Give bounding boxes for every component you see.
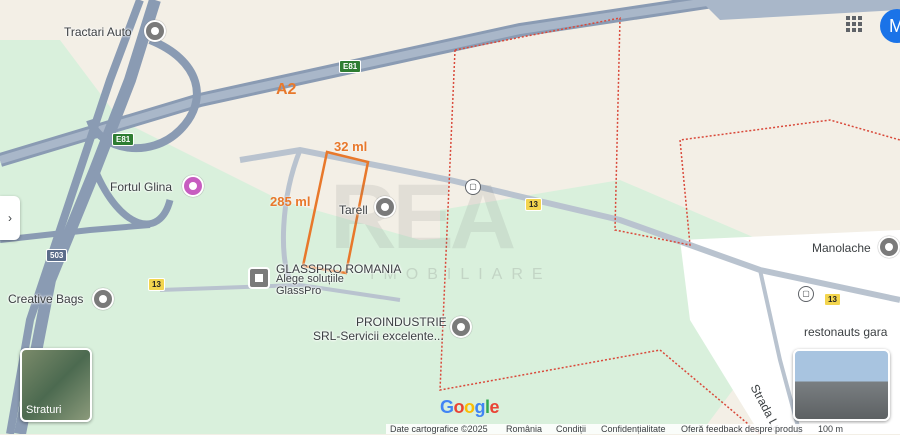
e81-shield-left: E81 xyxy=(112,133,135,146)
footer-feedback[interactable]: Oferă feedback despre produs xyxy=(681,424,803,434)
place-creative[interactable]: Creative Bags xyxy=(8,292,83,306)
plot-top-label: 32 ml xyxy=(334,139,368,154)
layers-label: Straturi xyxy=(26,404,62,416)
footer-privacy[interactable]: Confidențialitate xyxy=(601,424,666,434)
glasspro-pin-icon[interactable] xyxy=(248,267,270,289)
place-glasspro-sub1: Alege soluțiile xyxy=(276,273,344,285)
bus-stop-icon-2[interactable]: ▢ xyxy=(798,286,814,302)
place-tractari[interactable]: Tractari Auto xyxy=(64,25,132,39)
r503-shield: 503 xyxy=(46,249,68,262)
side-panel-toggle[interactable]: › xyxy=(0,196,20,240)
plot-side-label: 285 ml xyxy=(270,194,311,209)
r13-shield-a: 13 xyxy=(148,278,165,291)
e81-shield-top: E81 xyxy=(339,60,362,73)
apps-grid-icon[interactable] xyxy=(845,15,863,33)
map-footer: Date cartografice ©2025 România Condiții… xyxy=(386,424,900,434)
footer-country: România xyxy=(506,424,543,434)
place-tarell[interactable]: Tarell xyxy=(339,203,368,217)
a2-label: A2 xyxy=(276,81,297,98)
footer-terms[interactable]: Condiții xyxy=(556,424,586,434)
r13-shield-c: 13 xyxy=(824,293,841,306)
place-fortul[interactable]: Fortul Glina xyxy=(110,180,172,194)
place-proind-sub: SRL-Servicii excelente... xyxy=(313,329,444,343)
tarell-pin-icon[interactable] xyxy=(374,196,396,218)
place-restonauts[interactable]: restonauts gara xyxy=(804,325,887,339)
footer-scale[interactable]: 100 m xyxy=(818,424,843,434)
creative-pin-icon[interactable] xyxy=(92,288,114,310)
footer-map-data[interactable]: Date cartografice ©2025 xyxy=(390,424,488,434)
proind-pin-icon[interactable] xyxy=(450,316,472,338)
fortul-pin-icon[interactable] xyxy=(182,175,204,197)
tractari-pin-icon[interactable] xyxy=(144,20,166,42)
place-proind[interactable]: PROINDUSTRIE xyxy=(356,315,447,329)
r13-shield-b: 13 xyxy=(525,198,542,211)
place-manolache[interactable]: Manolache xyxy=(812,241,871,255)
street-view-thumbnail[interactable] xyxy=(793,349,890,421)
google-logo: Google xyxy=(440,397,500,417)
bus-stop-icon[interactable]: ▢ xyxy=(465,179,481,195)
layers-button[interactable]: Straturi xyxy=(20,348,92,422)
manolache-pin-icon[interactable] xyxy=(878,236,900,258)
place-glasspro-sub2: GlassPro xyxy=(276,285,322,297)
watermark: REA xyxy=(330,166,516,268)
